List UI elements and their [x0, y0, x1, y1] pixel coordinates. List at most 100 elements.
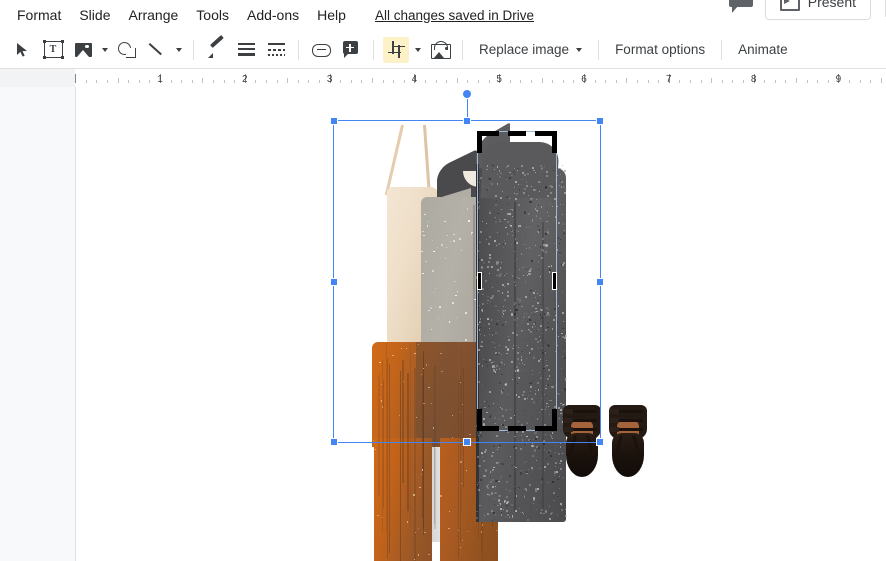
replace-image-button[interactable]: Replace image	[470, 37, 591, 62]
fabric-texture-dot	[526, 247, 528, 249]
fabric-texture-dot	[488, 416, 491, 418]
fabric-texture-dot	[517, 226, 519, 228]
fabric-texture-dot	[489, 471, 492, 473]
mask-image-icon[interactable]	[427, 37, 453, 63]
fabric-texture-dot	[514, 281, 516, 283]
slide-filmstrip-panel[interactable]	[0, 87, 76, 561]
fabric-texture-dot	[557, 221, 560, 224]
fabric-texture-dot	[534, 289, 536, 291]
fabric-texture-dot	[560, 367, 562, 369]
fabric-texture-dot	[494, 195, 497, 198]
insert-image-icon[interactable]	[70, 37, 96, 63]
animate-button[interactable]: Animate	[729, 37, 797, 62]
insert-image-caret-icon[interactable]	[98, 37, 112, 63]
fabric-texture-dot	[516, 229, 518, 231]
fabric-texture-dot	[556, 287, 558, 290]
fabric-texture-dot	[505, 509, 508, 513]
fabric-texture-dot	[465, 339, 467, 341]
ruler-tick	[711, 78, 713, 83]
fabric-texture-dot	[528, 273, 531, 276]
fabric-texture-dot	[517, 395, 520, 398]
fabric-texture-dot	[556, 331, 558, 334]
menu-slide[interactable]: Slide	[70, 3, 119, 27]
crop-caret-icon[interactable]	[411, 37, 425, 63]
fabric-texture-dot	[540, 508, 543, 512]
line-dash-icon[interactable]	[263, 37, 289, 63]
toolbar-separator	[193, 39, 194, 60]
line-icon[interactable]	[144, 37, 170, 63]
fabric-texture-dot	[481, 309, 483, 311]
fabric-texture-dot	[499, 444, 501, 447]
fabric-texture-dot	[538, 412, 540, 414]
fabric-texture-dot	[551, 481, 554, 484]
fabric-texture-dot	[488, 390, 491, 393]
horizontal-ruler[interactable]: 1 2 3 4 5 6 7 8 9	[75, 69, 886, 88]
crop-image-icon[interactable]	[383, 36, 409, 63]
fabric-texture-dot	[494, 304, 498, 307]
fabric-texture-dot	[499, 382, 501, 384]
fabric-texture-dot	[553, 411, 556, 414]
toolbar-separator	[298, 39, 299, 60]
menu-tools[interactable]: Tools	[187, 3, 238, 27]
line-weight-icon[interactable]	[233, 37, 259, 63]
fabric-texture-dot	[505, 226, 507, 229]
slide-canvas[interactable]	[76, 87, 886, 561]
fabric-texture-dot	[465, 469, 467, 472]
fabric-texture-dot	[440, 495, 442, 497]
fabric-texture-dot	[528, 483, 531, 486]
fabric-texture-dot	[564, 169, 567, 172]
fabric-texture-dot	[482, 273, 484, 275]
fabric-texture-dot	[510, 224, 512, 226]
fabric-crease	[378, 375, 380, 498]
fabric-texture-dot	[547, 345, 550, 348]
fabric-texture-dot	[536, 382, 539, 385]
fabric-texture-dot	[549, 454, 552, 457]
fabric-texture-dot	[507, 204, 509, 205]
outfit-image[interactable]	[76, 87, 886, 561]
menu-format[interactable]: Format	[8, 3, 70, 27]
fabric-texture-dot	[528, 318, 531, 321]
fill-color-icon[interactable]	[203, 34, 229, 63]
fabric-texture-dot	[555, 179, 557, 182]
text-box-icon[interactable]: T	[40, 37, 66, 63]
menu-help[interactable]: Help	[308, 3, 355, 27]
fabric-texture-dot	[546, 402, 548, 405]
fabric-texture-dot	[564, 514, 568, 517]
present-button[interactable]: Present	[764, 0, 871, 20]
shape-icon[interactable]	[114, 37, 140, 63]
insert-link-icon[interactable]	[308, 37, 334, 63]
menu-arrange[interactable]: Arrange	[119, 3, 187, 27]
save-status-link[interactable]: All changes saved in Drive	[375, 8, 534, 23]
fabric-texture-dot	[517, 203, 520, 206]
select-arrow-icon[interactable]	[10, 37, 36, 63]
add-comment-icon[interactable]	[338, 37, 364, 63]
ruler-tick	[191, 80, 193, 83]
fabric-texture-dot	[480, 407, 483, 410]
ruler-tick	[435, 80, 437, 83]
fabric-texture-dot	[492, 444, 495, 448]
fabric-texture-dot	[537, 446, 540, 449]
fabric-texture-dot	[468, 220, 470, 222]
fabric-texture-dot	[537, 268, 539, 270]
menu-addons[interactable]: Add-ons	[238, 3, 308, 27]
fabric-texture-dot	[490, 492, 493, 495]
fabric-texture-dot	[538, 260, 539, 262]
comment-icon[interactable]	[728, 0, 755, 14]
fabric-texture-dot	[561, 222, 564, 225]
fabric-texture-dot	[555, 216, 557, 218]
line-caret-icon[interactable]	[172, 37, 186, 63]
fabric-texture-dot	[498, 495, 501, 498]
fabric-texture-dot	[540, 325, 542, 327]
fabric-texture-dot	[488, 493, 490, 495]
ruler-row: 1 2 3 4 5 6 7 8 9	[0, 69, 886, 88]
fabric-texture-dot	[494, 240, 496, 242]
ruler-tick	[594, 80, 596, 83]
fabric-texture-dot	[433, 250, 435, 253]
fabric-texture-dot	[549, 185, 552, 188]
fabric-texture-dot	[484, 335, 486, 336]
fabric-texture-dot	[548, 375, 551, 377]
fabric-texture-dot	[557, 305, 560, 307]
format-options-button[interactable]: Format options	[606, 37, 714, 62]
ruler-tick	[488, 80, 490, 83]
fabric-texture-dot	[488, 420, 490, 422]
